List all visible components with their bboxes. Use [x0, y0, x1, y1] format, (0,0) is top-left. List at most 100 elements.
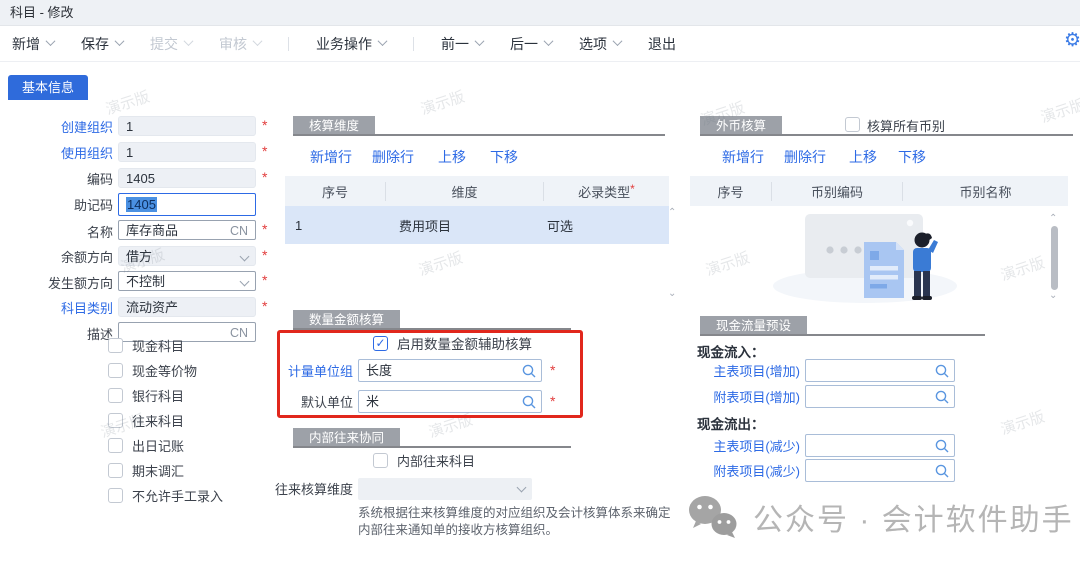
required-marker: * — [630, 182, 635, 196]
category-field[interactable]: 流动资产 — [118, 297, 256, 317]
unit-group-label[interactable]: 计量单位组 — [283, 362, 353, 382]
default-unit-value: 米 — [366, 394, 379, 409]
exit-button[interactable]: 退出 — [648, 34, 676, 54]
unit-group-input[interactable]: 长度 — [358, 359, 542, 382]
dimension-move-up-button[interactable]: 上移 — [438, 148, 466, 166]
cell-seq: 1 — [285, 218, 385, 233]
next-button[interactable]: 后一 — [510, 34, 552, 54]
chevron-down-icon — [517, 483, 527, 493]
sub-item-increase-input[interactable] — [805, 385, 955, 408]
save-button-label: 保存 — [81, 34, 109, 54]
sub-item-increase-label[interactable]: 附表项目(增加) — [700, 388, 800, 408]
dimension-table-row[interactable]: 1 费用项目 可选 — [285, 206, 669, 244]
sub-item-decrease-input[interactable] — [805, 459, 955, 482]
demo-watermark: 演示版 — [998, 252, 1047, 286]
scroll-up-icon[interactable]: ⌃ — [668, 207, 676, 218]
internal-account-label: 内部往来科目 — [397, 453, 475, 470]
dimension-add-row-button[interactable]: 新增行 — [310, 148, 352, 166]
internal-dim-label: 往来核算维度 — [248, 480, 353, 500]
enable-qty-label: 启用数量金额辅助核算 — [397, 336, 532, 353]
all-currencies-checkbox[interactable] — [845, 117, 860, 132]
no-manual-entry-checkbox[interactable] — [108, 488, 123, 503]
use-org-field[interactable]: 1 — [118, 142, 256, 162]
required-marker: * — [262, 247, 267, 263]
hint-text: 内部往来通知单的接收方核算组织。 — [358, 522, 558, 539]
save-button[interactable]: 保存 — [81, 34, 123, 54]
category-label[interactable]: 科目类别 — [8, 299, 113, 319]
checkbox-label: 银行科目 — [132, 388, 184, 405]
currency-move-down-button[interactable]: 下移 — [898, 148, 926, 166]
checkbox-label: 往来科目 — [132, 413, 184, 430]
dimension-delete-row-button[interactable]: 删除行 — [372, 148, 414, 166]
journal-checkbox[interactable] — [108, 438, 123, 453]
search-icon[interactable] — [934, 389, 950, 405]
scroll-down-icon[interactable]: ⌄ — [668, 288, 676, 299]
default-unit-input[interactable]: 米 — [358, 390, 542, 413]
currency-add-row-button[interactable]: 新增行 — [722, 148, 764, 166]
tab-basic-info[interactable]: 基本信息 — [8, 75, 88, 100]
currency-move-up-button[interactable]: 上移 — [849, 148, 877, 166]
intercompany-account-checkbox[interactable] — [108, 413, 123, 428]
currency-delete-row-button[interactable]: 删除行 — [784, 148, 826, 166]
cashflow-section-title: 现金流量预设 — [700, 316, 807, 336]
create-org-field[interactable]: 1 — [118, 116, 256, 136]
chevron-down-icon — [240, 252, 250, 262]
currency-section-title: 外币核算 — [700, 116, 782, 136]
search-icon[interactable] — [521, 363, 537, 379]
new-button-label: 新增 — [12, 34, 40, 54]
gear-icon[interactable]: ⚙ — [1064, 29, 1080, 52]
audit-button: 审核 — [219, 34, 261, 54]
column-header: 币别编码 — [771, 182, 902, 201]
window-title: 科目 - 修改 — [0, 0, 1080, 26]
period-end-adjust-checkbox[interactable] — [108, 463, 123, 478]
main-item-decrease-input[interactable] — [805, 434, 955, 457]
options-button[interactable]: 选项 — [579, 34, 621, 54]
search-icon[interactable] — [934, 463, 950, 479]
sub-item-decrease-label[interactable]: 附表项目(减少) — [700, 462, 800, 482]
main-item-decrease-label[interactable]: 主表项目(减少) — [700, 437, 800, 457]
column-header: 维度 — [385, 182, 543, 201]
occurrence-direction-select[interactable]: 不控制 — [118, 271, 256, 291]
demo-watermark: 演示版 — [998, 406, 1047, 440]
dimension-move-down-button[interactable]: 下移 — [490, 148, 518, 166]
internal-dim-select[interactable] — [358, 478, 532, 500]
business-ops-button[interactable]: 业务操作 — [316, 34, 386, 54]
scroll-down-icon[interactable]: ⌄ — [1049, 290, 1057, 301]
cash-account-checkbox[interactable] — [108, 338, 123, 353]
code-field[interactable]: 1405 — [118, 168, 256, 188]
checkbox-label: 现金科目 — [132, 338, 184, 355]
create-org-label[interactable]: 创建组织 — [8, 118, 113, 138]
currency-table-header: 序号 币别编码 币别名称 — [690, 176, 1068, 206]
required-marker: * — [262, 143, 267, 159]
name-input[interactable]: 库存商品 CN — [118, 220, 256, 240]
search-icon[interactable] — [934, 363, 950, 379]
new-button[interactable]: 新增 — [12, 34, 54, 54]
balance-direction-label: 余额方向 — [8, 248, 113, 268]
chevron-down-icon — [378, 36, 388, 46]
section-divider — [293, 328, 571, 330]
scrollbar-thumb[interactable] — [1051, 226, 1058, 290]
app-window: 科目 - 修改 新增 保存 提交 审核 业务操作 前一 后一 选项 退出 ⚙ 基… — [0, 0, 1080, 567]
mnemonic-input[interactable]: 1405 — [118, 193, 256, 216]
search-icon[interactable] — [934, 438, 950, 454]
main-item-increase-input[interactable] — [805, 359, 955, 382]
submit-button: 提交 — [150, 34, 192, 54]
audit-button-label: 审核 — [219, 34, 247, 54]
name-value: 库存商品 — [126, 223, 178, 238]
occurrence-direction-label: 发生额方向 — [8, 274, 113, 294]
enable-qty-checkbox[interactable]: ✓ — [373, 336, 388, 351]
name-label: 名称 — [8, 223, 113, 243]
options-button-label: 选项 — [579, 34, 607, 54]
bank-account-checkbox[interactable] — [108, 388, 123, 403]
previous-button[interactable]: 前一 — [441, 34, 483, 54]
balance-direction-select[interactable]: 借方 — [118, 246, 256, 266]
internal-account-checkbox[interactable] — [373, 453, 388, 468]
cash-equivalent-checkbox[interactable] — [108, 363, 123, 378]
balance-direction-value: 借方 — [126, 249, 152, 264]
main-item-increase-label[interactable]: 主表项目(增加) — [700, 362, 800, 382]
scroll-up-icon[interactable]: ⌃ — [1049, 213, 1057, 224]
locale-suffix: CN — [230, 222, 248, 240]
demo-watermark: 演示版 — [103, 86, 152, 120]
use-org-label[interactable]: 使用组织 — [8, 144, 113, 164]
search-icon[interactable] — [521, 394, 537, 410]
